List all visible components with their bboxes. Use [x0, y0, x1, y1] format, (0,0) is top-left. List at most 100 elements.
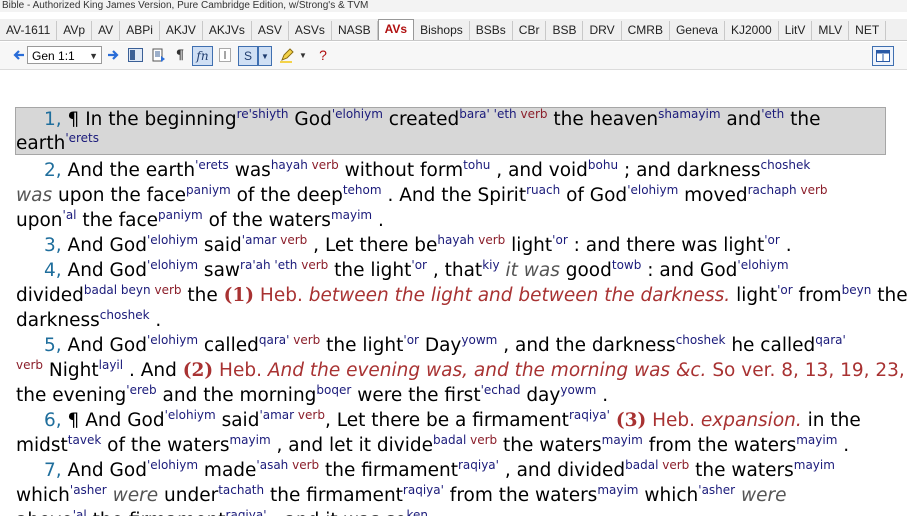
strongs-word[interactable]: yowm	[560, 383, 596, 397]
forward-arrow-icon[interactable]	[106, 46, 120, 64]
strongs-word[interactable]: tavek	[68, 433, 102, 447]
strongs-word[interactable]: mayim	[597, 483, 638, 497]
tab-mlv[interactable]: MLV	[812, 21, 850, 40]
tab-avp[interactable]: AVp	[57, 21, 93, 40]
tab-avs[interactable]: AVs	[377, 19, 415, 40]
tab-nasb[interactable]: NASB	[332, 21, 378, 40]
strongs-word[interactable]: 'ereb	[126, 383, 156, 397]
tab-av[interactable]: AV	[92, 21, 121, 40]
tab-drv[interactable]: DRV	[583, 21, 622, 40]
strongs-word[interactable]: hayah	[271, 158, 312, 172]
strongs-word[interactable]: layil	[99, 358, 123, 372]
strongs-word[interactable]: 'erets	[65, 131, 99, 145]
tvm-tag[interactable]: verb	[154, 283, 181, 297]
strongs-word[interactable]: choshek	[100, 308, 150, 322]
strongs-word[interactable]: tachath	[218, 483, 264, 497]
footnote-marker[interactable]: (1)	[224, 285, 254, 306]
strongs-word[interactable]: re'shiyth	[237, 107, 289, 121]
tvm-tag[interactable]: verb	[292, 458, 319, 472]
tvm-tag[interactable]: verb	[470, 433, 497, 447]
tab-bsbs[interactable]: BSBs	[470, 21, 513, 40]
strongs-word[interactable]: shamayim	[658, 107, 720, 121]
strongs-word[interactable]: ra'ah 'eth	[240, 258, 301, 272]
parallel-view-icon[interactable]	[127, 46, 143, 64]
footnote-marker[interactable]: (3)	[616, 410, 646, 431]
strongs-word[interactable]: bara'	[459, 107, 490, 121]
strongs-word[interactable]: mayim	[796, 433, 837, 447]
tab-kj2000[interactable]: KJ2000	[725, 21, 779, 40]
strongs-word[interactable]: rachaph	[748, 183, 801, 197]
strongs-word[interactable]: badal	[433, 433, 470, 447]
strongs-word[interactable]: badal beyn	[84, 283, 155, 297]
bible-text-pane[interactable]: 1, ¶ In the beginningre'shiyth God'elohi…	[0, 70, 907, 516]
strongs-word[interactable]: 'al	[73, 508, 87, 516]
tab-asvs[interactable]: ASVs	[289, 21, 332, 40]
tab-net[interactable]: NET	[849, 21, 887, 40]
copy-verse-icon[interactable]	[151, 46, 167, 64]
strongs-word[interactable]: mayim	[602, 433, 643, 447]
tab-asv[interactable]: ASV	[252, 21, 289, 40]
tab-akjv[interactable]: AKJV	[160, 21, 203, 40]
strongs-dropdown-chevron-icon[interactable]: ▼	[258, 46, 272, 66]
strongs-word[interactable]: 'amar	[259, 408, 297, 422]
strongs-word[interactable]: 'or	[777, 283, 793, 297]
strongs-word[interactable]: badal	[625, 458, 662, 472]
strongs-word[interactable]: bohu	[588, 158, 618, 172]
strongs-word[interactable]: hayah	[437, 233, 478, 247]
tab-cbr[interactable]: CBr	[513, 21, 547, 40]
strongs-word[interactable]: 'erets	[195, 158, 229, 172]
highlighter-dropdown-icon[interactable]: ▼	[298, 46, 308, 64]
strongs-word[interactable]: towb	[612, 258, 641, 272]
strongs-word[interactable]: 'asah	[256, 458, 292, 472]
help-button[interactable]: ?	[317, 46, 329, 64]
tab-litv[interactable]: LitV	[779, 21, 813, 40]
paragraph-mark-icon[interactable]: ¶	[174, 46, 186, 64]
strongs-word[interactable]: 'amar	[242, 233, 280, 247]
tab-akjvs[interactable]: AKJVs	[203, 21, 252, 40]
strongs-word[interactable]: 'or	[403, 333, 419, 347]
strongs-word[interactable]: 'or	[552, 233, 568, 247]
back-arrow-icon[interactable]	[13, 46, 25, 64]
strongs-word[interactable]: 'elohiym	[147, 233, 198, 247]
strongs-word[interactable]: 'al	[63, 208, 77, 222]
strongs-word[interactable]: raqiya'	[569, 408, 610, 422]
strongs-word[interactable]: mayim	[331, 208, 372, 222]
footnotes-toggle-button[interactable]: fn	[192, 46, 213, 66]
strongs-word[interactable]: beyn	[842, 283, 872, 297]
strongs-word[interactable]: ken	[406, 508, 428, 516]
strongs-word[interactable]: kiy	[482, 258, 499, 272]
strongs-word[interactable]: 'elohiym	[147, 258, 198, 272]
strongs-word[interactable]: 'elohiym	[147, 458, 198, 472]
italics-icon[interactable]	[218, 46, 232, 64]
tab-av-1611[interactable]: AV-1611	[0, 21, 58, 40]
strongs-word[interactable]: mayim	[794, 458, 835, 472]
strongs-word[interactable]: choshek	[676, 333, 726, 347]
strongs-word[interactable]: tehom	[343, 183, 382, 197]
strongs-word[interactable]: raqiya'	[226, 508, 267, 516]
strongs-word[interactable]: 'or	[764, 233, 780, 247]
tab-abpi[interactable]: ABPi	[120, 21, 160, 40]
strongs-word[interactable]: choshek	[761, 158, 811, 172]
tvm-tag[interactable]: verb	[298, 408, 325, 422]
strongs-word[interactable]: qara'	[815, 333, 846, 347]
strongs-word[interactable]: yowm	[461, 333, 497, 347]
strongs-word[interactable]: 'elohiym	[165, 408, 216, 422]
strongs-word[interactable]: tohu	[463, 158, 490, 172]
tvm-tag[interactable]: verb	[293, 333, 320, 347]
tab-cmrb[interactable]: CMRB	[622, 21, 670, 40]
highlighter-icon[interactable]	[279, 46, 295, 64]
strongs-word[interactable]: 'elohiym	[627, 183, 678, 197]
reference-select[interactable]: Gen 1:1 ▼	[27, 46, 102, 64]
strongs-word[interactable]: mayim	[229, 433, 270, 447]
tvm-tag[interactable]: verb	[520, 107, 547, 121]
strongs-word[interactable]: 'elohiym	[332, 107, 383, 121]
tvm-tag[interactable]: verb	[478, 233, 505, 247]
strongs-word[interactable]: ruach	[526, 183, 560, 197]
tvm-tag[interactable]: verb	[662, 458, 689, 472]
tab-bsb[interactable]: BSB	[546, 21, 584, 40]
panel-layout-icon[interactable]	[872, 46, 894, 66]
strongs-word[interactable]: 'asher	[70, 483, 107, 497]
strongs-toggle-button[interactable]: S	[238, 46, 258, 66]
strongs-word[interactable]: 'echad	[481, 383, 521, 397]
strongs-word[interactable]: 'eth	[490, 107, 521, 121]
